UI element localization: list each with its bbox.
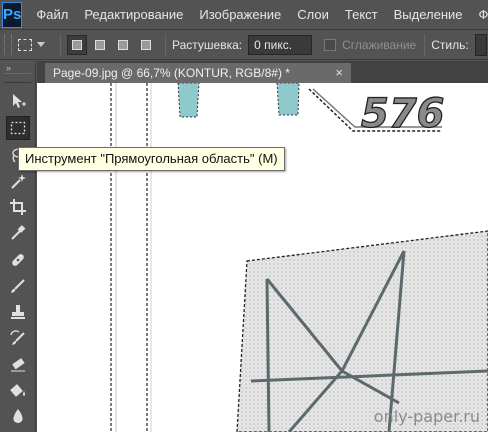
divider xyxy=(424,33,426,56)
menu-file[interactable]: Файл xyxy=(28,7,76,22)
panel-grip[interactable] xyxy=(4,73,31,83)
document-canvas[interactable]: 576 only-paper.ru xyxy=(37,83,488,432)
blur-tool[interactable] xyxy=(6,404,30,428)
history-brush-tool[interactable] xyxy=(6,326,30,350)
chevron-down-icon xyxy=(37,42,45,47)
options-bar: Растушевка: Сглаживание Стиль: xyxy=(0,30,488,60)
menu-select[interactable]: Выделение xyxy=(386,7,471,22)
close-icon[interactable]: × xyxy=(335,65,343,80)
document-tab[interactable]: Page-09.jpg @ 66,7% (KONTUR, RGB/8#) * × xyxy=(45,63,351,83)
canvas-artwork: 576 xyxy=(110,83,488,432)
document-tab-title: Page-09.jpg @ 66,7% (KONTUR, RGB/8#) * xyxy=(53,66,290,80)
menu-layers[interactable]: Слои xyxy=(289,7,337,22)
intersect-selection-button[interactable] xyxy=(136,35,156,55)
new-selection-icon xyxy=(72,39,82,50)
tools-panel: » xyxy=(0,61,36,432)
paint-bucket-tool[interactable] xyxy=(6,378,30,402)
magic-wand-icon xyxy=(11,174,26,189)
paint-bucket-icon xyxy=(10,384,25,397)
crop-icon xyxy=(10,199,26,215)
antialias-label: Сглаживание xyxy=(342,37,417,52)
add-selection-icon xyxy=(95,39,105,50)
feather-label: Растушевка: xyxy=(172,37,243,52)
menu-edit[interactable]: Редактирование xyxy=(76,7,191,22)
teal-tab-right xyxy=(276,83,300,116)
intersect-selection-icon xyxy=(141,39,151,50)
menu-type[interactable]: Текст xyxy=(337,7,386,22)
subtract-from-selection-button[interactable] xyxy=(113,35,133,55)
style-select[interactable] xyxy=(474,33,487,56)
blur-drop-icon xyxy=(13,409,23,423)
feather-input[interactable] xyxy=(248,34,313,55)
magic-wand-tool[interactable] xyxy=(6,169,30,193)
new-selection-button[interactable] xyxy=(67,34,87,55)
eyedropper-tool[interactable] xyxy=(6,221,30,245)
tool-tooltip: Инструмент "Прямоугольная область" (M) xyxy=(18,147,285,171)
collapse-panel-button[interactable]: » xyxy=(0,61,35,73)
page-number-label: 576 xyxy=(361,91,445,137)
photoshop-window: Ps Файл Редактирование Изображение Слои … xyxy=(0,0,488,432)
healing-brush-tool[interactable] xyxy=(6,248,30,272)
divider xyxy=(60,33,61,56)
rect-marquee-icon xyxy=(10,121,26,135)
move-icon xyxy=(13,94,26,108)
rect-marquee-icon xyxy=(18,38,32,51)
marquee-tool[interactable] xyxy=(6,116,30,140)
photoshop-logo: Ps xyxy=(2,1,23,28)
eraser-icon xyxy=(11,358,25,372)
menu-bar: Ps Файл Редактирование Изображение Слои … xyxy=(0,0,488,30)
eraser-tool[interactable] xyxy=(6,352,30,376)
document-tab-bar: Page-09.jpg @ 66,7% (KONTUR, RGB/8#) * × xyxy=(37,61,488,83)
clone-stamp-tool[interactable] xyxy=(6,300,30,324)
stamp-icon xyxy=(11,305,25,319)
add-to-selection-button[interactable] xyxy=(90,35,110,55)
bandage-icon xyxy=(12,254,24,266)
crop-tool[interactable] xyxy=(6,195,30,219)
divider xyxy=(165,33,166,56)
tool-preset-picker[interactable] xyxy=(18,34,54,56)
style-label: Стиль: xyxy=(431,37,469,52)
options-bar-grip[interactable] xyxy=(4,34,12,55)
teal-tab-left xyxy=(177,83,200,118)
antialias-checkbox[interactable] xyxy=(324,38,337,51)
brush-tool[interactable] xyxy=(6,274,30,298)
menu-image[interactable]: Изображение xyxy=(191,7,289,22)
move-tool[interactable] xyxy=(6,89,30,113)
eyedropper-icon xyxy=(11,225,26,240)
brush-icon xyxy=(11,279,25,293)
menu-filter[interactable]: Фил xyxy=(471,7,488,22)
watermark-text: only-paper.ru xyxy=(373,407,480,426)
history-brush-icon xyxy=(10,330,25,345)
subtract-selection-icon xyxy=(118,39,128,50)
